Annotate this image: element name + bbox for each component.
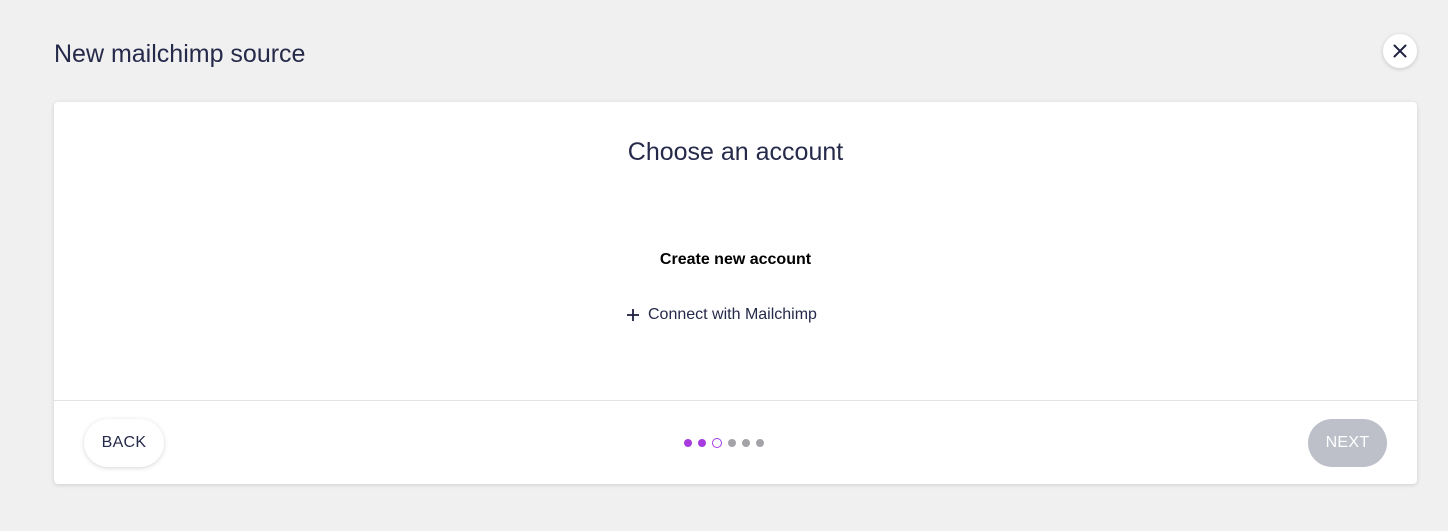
next-button[interactable]: NEXT bbox=[1308, 419, 1387, 467]
step-indicator bbox=[684, 437, 764, 449]
back-button[interactable]: BACK bbox=[84, 419, 164, 467]
step-dot-1 bbox=[684, 439, 692, 447]
step-dot-2 bbox=[698, 439, 706, 447]
page-title: New mailchimp source bbox=[54, 40, 306, 68]
step-dot-5 bbox=[742, 439, 750, 447]
create-account-heading: Create new account bbox=[659, 251, 812, 268]
wizard-card: Choose an account Create new account Con… bbox=[54, 102, 1417, 484]
close-button[interactable] bbox=[1383, 34, 1417, 68]
connect-mailchimp-label: Connect with Mailchimp bbox=[648, 306, 817, 323]
plus-icon bbox=[627, 309, 639, 321]
footer-divider bbox=[54, 400, 1417, 401]
card-title: Choose an account bbox=[627, 138, 844, 166]
step-dot-6 bbox=[756, 439, 764, 447]
connect-mailchimp-button[interactable]: Connect with Mailchimp bbox=[626, 304, 817, 326]
step-dot-4 bbox=[728, 439, 736, 447]
step-dot-3 bbox=[712, 438, 722, 448]
close-icon bbox=[1393, 44, 1407, 58]
